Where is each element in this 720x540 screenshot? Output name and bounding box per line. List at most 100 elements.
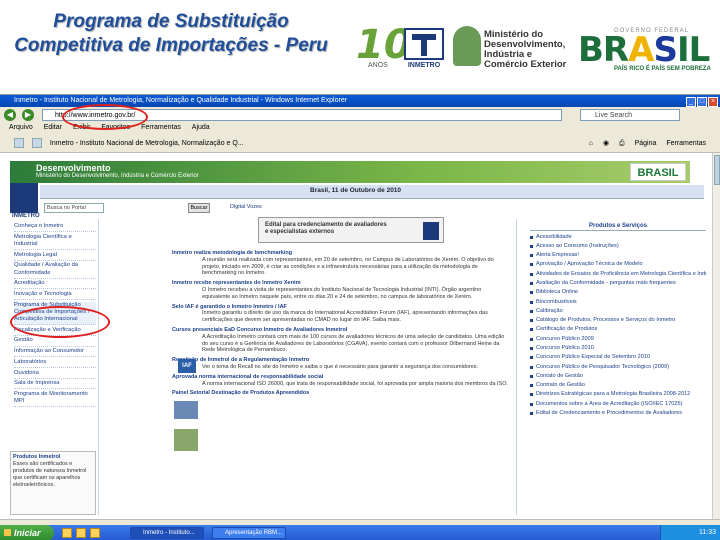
tools-menu[interactable]: Ferramentas [666,140,706,147]
service-link[interactable]: Documentos sobre a Área de Acreditação (… [530,401,706,408]
back-button[interactable]: ◀ [4,109,16,121]
nav-item[interactable]: Gestão [14,337,96,347]
ministry-emblem-icon [453,26,481,66]
site-logo-caption: INMETRO [12,213,40,219]
feed-icon[interactable]: ◉ [603,140,609,147]
taskbar: Iniciar Inmetro - Instituto... Apresenta… [0,525,720,540]
site-search-input[interactable]: Busca no Portal [44,203,104,213]
banner-title: Desenvolvimento [36,163,111,173]
service-link[interactable]: Aprovação / Aprovação Técnica de Modelo [530,261,706,268]
minimize-button[interactable]: _ [686,97,696,107]
banner-sub: Ministério do Desenvolvimento, Indústria… [36,173,199,179]
forward-button[interactable]: ▶ [22,109,34,121]
banner-brasil-logo: BRASIL [630,163,686,181]
start-button[interactable]: Iniciar [0,525,54,540]
quicklaunch-icon[interactable] [76,528,86,538]
nav-item[interactable]: Programa de Monitoramento MPI [14,391,96,408]
menu-item[interactable]: Ferramentas [141,123,181,133]
nav-item[interactable]: Metrologia Científica e Industrial [14,234,96,251]
page-menu[interactable]: Página [635,140,657,147]
nav-item[interactable]: Laboratórios [14,359,96,369]
service-link[interactable]: Edital de Credenciamento e Procedimentos… [530,410,706,417]
taskbar-button[interactable]: Apresentação RBM... [212,527,286,539]
quicklaunch-icon[interactable] [90,528,100,538]
news-text: Inmetro garantiu o direito de uso da mar… [202,310,488,324]
url-highlight-circle [62,104,148,130]
nav-item[interactable]: Informação ao Consumidor [14,348,96,358]
close-button[interactable]: × [708,97,718,107]
home-icon[interactable]: ⌂ [589,140,593,147]
service-link[interactable]: Concurso Público de Pesquisador Tecnológ… [530,364,706,371]
favorites-star-icon[interactable] [14,138,24,149]
vertical-scrollbar[interactable] [712,153,720,519]
edital-line2: e especialistas externos [265,229,335,235]
taskbar-button[interactable]: Inmetro - Instituto... [130,527,204,539]
site-banner: Desenvolvimento Ministério do Desenvolvi… [10,161,690,183]
service-link[interactable]: Acesso ao Consumo (Instruções) [530,243,706,250]
service-link[interactable]: Atividades de Ensaios de Proficiência em… [530,271,706,278]
search-link[interactable]: Digital Vozes [230,204,262,210]
menu-item[interactable]: Ajuda [192,123,210,133]
tab-label[interactable]: Inmetro - Instituto Nacional de Metrolog… [50,140,244,147]
slide-title: Programa de Substituição Competitiva de … [14,11,328,56]
news-headline[interactable]: Aprovada norma internacional de responsa… [172,374,510,381]
system-tray: 11:33 [660,525,720,540]
search-input[interactable]: Live Search [580,109,680,121]
tab-toolbar: Inmetro - Instituto Nacional de Metrolog… [0,133,720,153]
service-link[interactable]: Concurso Público Especial de Setembro 20… [530,354,706,361]
nav-item[interactable]: Conheça o Inmetro [14,223,96,233]
service-link[interactable]: Concurso Público 2010 [530,345,706,352]
nav-item[interactable]: Acreditação [14,280,96,290]
ten-years-logo: 10 ANOS [352,22,412,74]
service-link[interactable]: Avaliação da Conformidade - perguntas ma… [530,280,706,287]
slide: Programa de Substituição Competitiva de … [0,0,720,540]
scrollbar-thumb[interactable] [714,155,720,185]
news-text: A reunião será realizada com representan… [202,256,494,277]
news-headline[interactable]: Inmetro realiza metodologia de benchmark… [172,250,510,257]
nav-item[interactable]: Metrologia Legal [14,252,96,261]
news-headline[interactable]: Cursos presenciais EaD Concurso Inmetro … [172,327,510,334]
site-search-button[interactable]: Buscar [188,203,210,213]
edital-banner-text: Edital para credenciamento de avaliadore… [265,222,387,236]
browser-tab[interactable]: Inmetro - Instituto Nacional de Metrolog… [14,137,244,150]
news-text: A norma internacional ISO 26000, que tra… [202,380,509,387]
service-link[interactable]: Contrato de Gestão [530,382,706,389]
news-headline[interactable]: Inmetro recebe representantes do Inmetro… [172,280,510,287]
inmetro-logo-mark [404,28,444,60]
site-logo[interactable]: INMETRO [10,183,40,219]
service-link[interactable]: Concurso Público 2009 [530,336,706,343]
nav-item[interactable]: Ouvidoria [14,370,96,379]
news-column: Inmetro realiza metodologia de benchmark… [172,247,510,397]
products-box-title[interactable]: Produtos Inmetrol [13,454,93,461]
service-link[interactable]: Diretrizes Estratégicas para a Metrologi… [530,391,706,398]
print-icon[interactable]: ⎙ [619,140,625,147]
nav-item[interactable]: Inovação e Tecnologia [14,291,96,301]
ten-years-sub: ANOS [368,62,388,69]
news-headline[interactable]: Painel Setorial Destinação de Produtos A… [172,390,510,397]
edital-banner[interactable]: Edital para credenciamento de avaliadore… [258,217,444,243]
service-link[interactable]: Certificação de Produtos [530,326,706,333]
add-favorite-icon[interactable] [31,138,42,149]
nav-item[interactable]: Sala de Imprensa [14,380,96,390]
news-thumbnail [174,429,198,451]
ministry-text: Ministério do Desenvolvimento, Indústria… [484,29,567,70]
service-link[interactable]: Alerta Empresas! [530,252,706,259]
service-link[interactable]: Catálogo de Produtos, Processos e Serviç… [530,317,706,324]
maximize-button[interactable]: □ [697,97,707,107]
news-headline[interactable]: Repetição de Inmetrol de a Regulamentaçã… [172,357,510,364]
quicklaunch-icon[interactable] [62,528,72,538]
menu-item[interactable]: Editar [44,123,62,133]
service-link[interactable]: Biblioteca Online [530,289,706,296]
news-thumbnail [174,401,198,419]
news-text: A Acreditação Inmetro contará com mais d… [202,333,505,354]
browser-title: Inmetro - Instituto Nacional de Metrolog… [14,97,348,104]
toolbar-right: ⌂ ◉ ⎙ Página Ferramentas [581,138,706,149]
menu-item[interactable]: Arquivo [9,123,33,133]
news-headline[interactable]: Selo IAF é garantido o Inmetro Inmetro /… [172,304,510,311]
service-link[interactable]: Contato de Gestão [530,373,706,380]
service-link[interactable]: Acessibilidade [530,234,706,241]
date-text: Brasil, 11 de Outubro de 2010 [310,187,402,194]
service-link[interactable]: Calibração [530,308,706,315]
nav-item[interactable]: Qualidade / Avaliação da Conformidade [14,262,96,279]
service-link[interactable]: Biocombustíveis [530,299,706,306]
